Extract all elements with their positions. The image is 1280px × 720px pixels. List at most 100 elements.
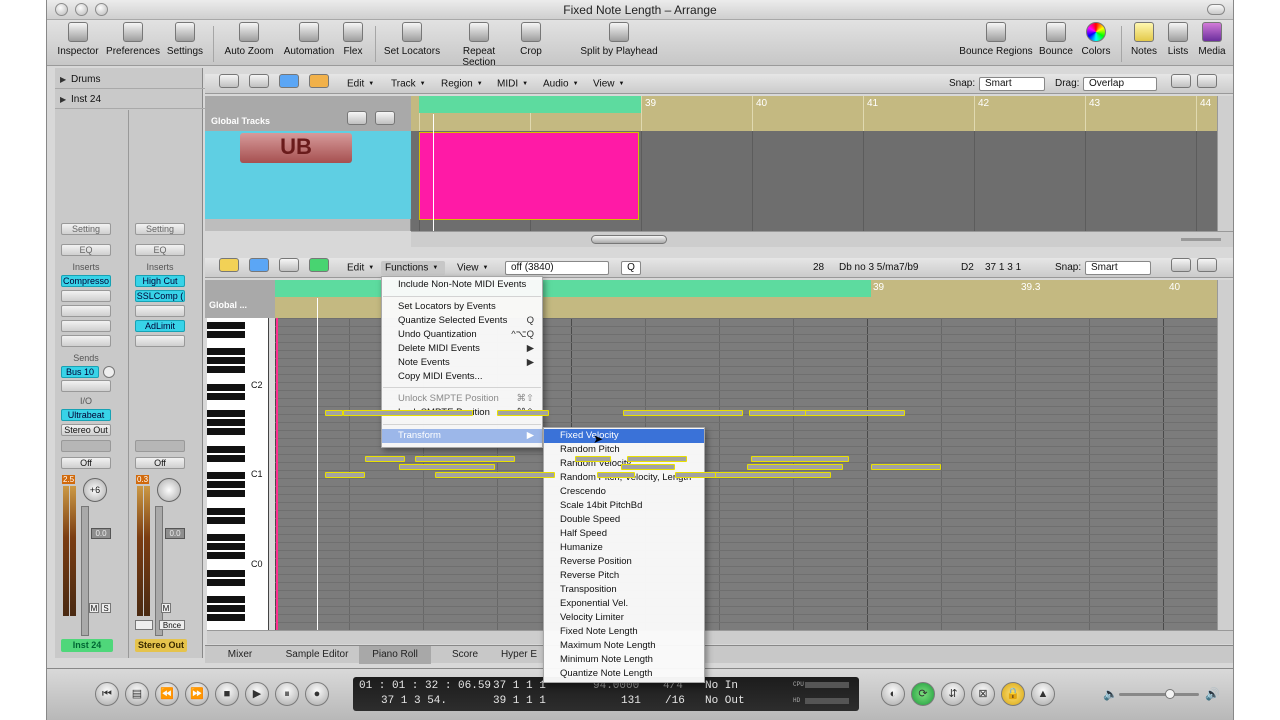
menu-item-note-events[interactable]: Note Events ▶ <box>382 356 542 370</box>
midi-note[interactable] <box>497 410 549 416</box>
playhead[interactable] <box>433 114 434 231</box>
midi-note[interactable] <box>325 472 365 478</box>
group-slot[interactable] <box>61 440 111 452</box>
setting-button[interactable]: Setting <box>61 223 111 235</box>
automation-button[interactable]: Automation <box>281 22 337 57</box>
transform-item[interactable]: Fixed Note Length <box>544 625 704 639</box>
pianoroll-edit-menu[interactable]: Edit <box>343 261 374 275</box>
setting-button[interactable]: Setting <box>135 223 185 235</box>
tab-score[interactable]: Score <box>433 646 497 664</box>
playhead[interactable] <box>317 298 318 630</box>
replace-icon[interactable]: ◐ <box>881 682 905 706</box>
sync-lock-icon[interactable]: 🔒 <box>1001 682 1025 706</box>
bounce-regions-button[interactable]: Bounce Regions <box>955 22 1037 57</box>
transform-item[interactable]: Reverse Pitch <box>544 569 704 583</box>
repeat-section-button[interactable]: Repeat Section <box>445 22 513 68</box>
record-icon[interactable]: ● <box>305 682 329 706</box>
midi-region[interactable] <box>419 132 639 220</box>
midi-out-icon[interactable] <box>279 258 299 272</box>
black-key[interactable] <box>207 570 245 577</box>
midi-note[interactable] <box>627 456 687 462</box>
insert-slot-empty[interactable] <box>135 305 185 317</box>
flex-button[interactable]: Flex <box>341 22 365 57</box>
solo-icon[interactable]: ⊠ <box>971 682 995 706</box>
pointer-tool-icon[interactable] <box>1171 74 1191 88</box>
inspector-track-inst24[interactable]: Inst 24 <box>55 90 205 109</box>
midi-note[interactable] <box>751 456 849 462</box>
black-key[interactable] <box>207 605 245 612</box>
toolbar-toggle-icon[interactable] <box>1207 4 1225 15</box>
insert-slot-empty[interactable] <box>61 335 111 347</box>
scroll-thumb[interactable] <box>591 235 667 244</box>
midi-note[interactable] <box>747 464 843 470</box>
menu-item-quantize-selected[interactable]: Quantize Selected Events Q <box>382 314 542 328</box>
menu-item-set-locators-by-events[interactable]: Set Locators by Events <box>382 300 542 314</box>
fast-forward-icon[interactable]: ⏩ <box>185 682 209 706</box>
inspector-region-drums[interactable]: Drums <box>55 70 205 89</box>
mute-button[interactable]: M <box>89 603 99 613</box>
transform-item[interactable]: Quantize Note Length <box>544 667 704 681</box>
global-track-options-icon[interactable] <box>375 111 395 125</box>
link-icon[interactable] <box>249 74 269 88</box>
split-by-playhead-button[interactable]: Split by Playhead <box>577 22 661 57</box>
midi-in-icon[interactable] <box>309 258 329 272</box>
media-button[interactable]: Media <box>1195 22 1229 57</box>
piano-keyboard[interactable]: C2 C1 C0 <box>207 318 269 630</box>
quantize-select[interactable]: off (3840) <box>505 261 609 275</box>
midi-note[interactable] <box>575 456 611 462</box>
pianoroll-horizontal-scrollbar[interactable] <box>207 630 1233 644</box>
send-level-knob[interactable] <box>103 366 115 378</box>
midi-note[interactable] <box>597 472 635 478</box>
transform-item[interactable]: Reverse Position <box>544 555 704 569</box>
arrange-horizontal-scrollbar[interactable] <box>411 231 1233 247</box>
cycle-range[interactable] <box>419 96 641 113</box>
insert-slot-empty[interactable] <box>61 305 111 317</box>
master-volume-slider[interactable] <box>1119 689 1199 699</box>
pencil-tool-icon[interactable] <box>1197 74 1217 88</box>
channel-name[interactable]: Stereo Out <box>135 639 187 652</box>
volume-fader[interactable] <box>155 506 163 636</box>
eq-button[interactable]: EQ <box>135 244 185 256</box>
colors-button[interactable]: Colors <box>1077 22 1115 57</box>
tab-sample-editor[interactable]: Sample Editor <box>277 646 357 664</box>
black-key[interactable] <box>207 481 245 488</box>
inspector-button[interactable]: Inspector <box>55 22 101 57</box>
black-key[interactable] <box>207 472 245 479</box>
pointer-tool-icon[interactable] <box>1171 258 1191 272</box>
automation-mode[interactable]: Off <box>61 457 111 469</box>
midi-note[interactable] <box>623 410 743 416</box>
autopunch-icon[interactable]: ⇵ <box>941 682 965 706</box>
insert-slot-compressor[interactable]: Compresso <box>61 275 111 287</box>
link-icon[interactable] <box>219 258 239 272</box>
preferences-button[interactable]: Preferences <box>105 22 161 57</box>
pianoroll-vertical-scrollbar[interactable] <box>1217 280 1233 630</box>
midi-note[interactable] <box>715 472 831 478</box>
midi-note[interactable] <box>365 456 405 462</box>
insert-slot-high-cut[interactable]: High Cut <box>135 275 185 287</box>
solo-button[interactable]: S <box>101 603 111 613</box>
menu-item-delete-midi-events[interactable]: Delete MIDI Events ▶ <box>382 342 542 356</box>
black-key[interactable] <box>207 410 245 417</box>
cycle-icon[interactable]: ⟳ <box>911 682 935 706</box>
black-key[interactable] <box>207 428 245 435</box>
menu-item-transform[interactable]: Transform ▶ <box>382 429 542 443</box>
tab-piano-roll[interactable]: Piano Roll <box>359 646 431 664</box>
snap-select[interactable]: Smart <box>979 77 1045 91</box>
bounce-small-button[interactable]: Bnce <box>159 620 185 630</box>
quantize-button[interactable]: Q <box>621 261 641 275</box>
send-slot-empty[interactable] <box>61 380 111 392</box>
arrange-region-menu[interactable]: Region <box>437 77 483 91</box>
metronome-icon[interactable]: ▲ <box>1031 682 1055 706</box>
transform-item[interactable]: Random Pitch <box>544 443 704 457</box>
transform-item[interactable]: Transposition <box>544 583 704 597</box>
volume-fader[interactable] <box>81 506 89 636</box>
transform-item[interactable]: Velocity Limiter <box>544 611 704 625</box>
volume-thumb[interactable] <box>1165 689 1175 699</box>
insert-slot-sslcomp[interactable]: SSLComp ( <box>135 290 185 302</box>
menu-item-undo-quantization[interactable]: Undo Quantization ^⌥Q <box>382 328 542 342</box>
snap-select[interactable]: Smart <box>1085 261 1151 275</box>
bounce-button[interactable]: Bounce <box>1037 22 1075 57</box>
black-key[interactable] <box>207 517 245 524</box>
insert-slot-empty[interactable] <box>61 290 111 302</box>
go-to-start-icon[interactable]: ⏮ <box>95 682 119 706</box>
